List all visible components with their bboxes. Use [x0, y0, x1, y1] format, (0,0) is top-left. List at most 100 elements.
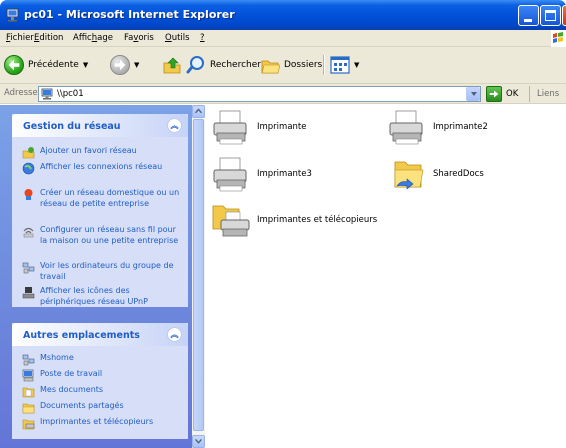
search-icon: [186, 56, 204, 74]
folders-icon: [261, 60, 280, 74]
place-label: Mshome: [40, 353, 74, 362]
task-network-connections[interactable]: Afficher les connexions réseau: [22, 162, 182, 184]
address-label: Adresse: [4, 88, 38, 98]
views-button[interactable]: ▼: [330, 53, 359, 77]
minimize-button[interactable]: [518, 5, 539, 26]
views-dropdown-icon: ▼: [354, 61, 360, 69]
up-button[interactable]: [162, 53, 182, 77]
shared-folder-icon: [394, 161, 424, 190]
other-places-title: Autres emplacements: [23, 330, 140, 341]
views-icon: [330, 56, 350, 74]
window-title: pc01 - Microsoft Internet Explorer: [24, 8, 235, 21]
menu-edition[interactable]: Edition: [34, 33, 63, 43]
printers-faxes-icon: [22, 419, 35, 430]
menu-fichier[interactable]: Fichier: [6, 33, 34, 43]
folder-up-icon: [163, 57, 181, 74]
menu-affichage[interactable]: Affichage: [73, 33, 113, 43]
content-area: Imprimante Imprimante2 Imprimante3 Share…: [205, 105, 566, 448]
printers-folder-icon: [212, 205, 250, 237]
close-button[interactable]: [562, 5, 566, 26]
back-arrow-icon: [4, 55, 24, 75]
address-input[interactable]: \\pc01: [38, 86, 481, 102]
forward-dropdown-icon[interactable]: ▼: [134, 61, 139, 69]
scroll-up-button[interactable]: [192, 105, 205, 118]
share-item[interactable]: Imprimante: [211, 109, 351, 149]
menu-favoris[interactable]: Favoris: [124, 33, 154, 43]
toolbar-separator: [323, 55, 324, 75]
back-label: Précédente: [28, 60, 79, 70]
network-tasks-panel: Gestion du réseau ︽ Ajouter un favori ré…: [12, 114, 188, 307]
printer-icon: [213, 110, 247, 145]
address-value: \\pc01: [57, 89, 84, 99]
share-label: Imprimante: [257, 122, 307, 132]
share-label: SharedDocs: [433, 169, 484, 179]
chevron-up-icon: [195, 108, 202, 114]
links-button[interactable]: Liens: [537, 89, 559, 99]
task-workgroup-computers[interactable]: Voir les ordinateurs du groupe de travai…: [22, 261, 182, 283]
go-label[interactable]: OK: [506, 89, 518, 99]
task-wireless-setup[interactable]: Configurer un réseau sans fil pour la ma…: [22, 225, 182, 257]
place-printers-faxes[interactable]: Imprimantes et télécopieurs: [22, 417, 182, 430]
task-label: Afficher les icônes des périphériques ré…: [40, 286, 148, 306]
task-add-network-place[interactable]: Ajouter un favori réseau: [22, 146, 182, 159]
share-label: Imprimantes et télécopieurs: [257, 215, 378, 225]
back-dropdown-icon[interactable]: ▼: [83, 61, 88, 69]
network-tasks-title: Gestion du réseau: [23, 121, 121, 132]
my-computer-icon: [22, 369, 34, 382]
forward-arrow-icon: [110, 55, 130, 75]
minimize-icon: [524, 19, 532, 22]
task-pane-scrollbar[interactable]: [192, 105, 205, 448]
menu-outils[interactable]: Outils: [165, 33, 190, 43]
task-label: Configurer un réseau sans fil pour la ma…: [40, 225, 179, 245]
scroll-thumb[interactable]: [193, 119, 204, 431]
task-home-network-setup[interactable]: Créer un réseau domestique ou un réseau …: [22, 188, 182, 220]
printer-icon: [389, 110, 423, 145]
share-item[interactable]: SharedDocs: [387, 156, 527, 196]
place-label: Documents partagés: [40, 401, 124, 410]
share-label: Imprimante2: [433, 122, 488, 132]
back-button[interactable]: Précédente ▼: [4, 53, 88, 77]
links-separator: [529, 86, 530, 102]
network-tasks-header[interactable]: Gestion du réseau ︽: [12, 114, 188, 137]
menu-help[interactable]: ?: [200, 33, 205, 43]
place-shared-documents[interactable]: Documents partagés: [22, 401, 182, 414]
task-pane: Gestion du réseau ︽ Ajouter un favori ré…: [0, 105, 205, 448]
go-button[interactable]: [486, 86, 502, 102]
windows-logo-icon: [551, 30, 566, 47]
place-label: Imprimantes et télécopieurs: [40, 417, 154, 426]
chevron-down-icon: [195, 438, 202, 444]
place-my-documents[interactable]: Mes documents: [22, 385, 182, 398]
workgroup-icon: [22, 262, 35, 274]
standard-toolbar: Précédente ▼ ▼ Rechercher Dossiers ▼: [0, 47, 566, 84]
place-label: Mes documents: [40, 385, 104, 394]
my-documents-icon: [22, 387, 35, 398]
search-label: Rechercher: [210, 60, 261, 70]
network-computer-icon: [41, 88, 53, 100]
share-item[interactable]: Imprimante2: [387, 109, 527, 149]
forward-button[interactable]: ▼: [110, 53, 139, 77]
maximize-icon: [545, 10, 556, 21]
task-label: Afficher les connexions réseau: [40, 162, 163, 171]
menu-bar: Fichier Edition Affichage Favoris Outils…: [0, 30, 566, 47]
maximize-button[interactable]: [540, 5, 561, 26]
folders-label: Dossiers: [284, 60, 323, 70]
printer-icon: [213, 157, 247, 192]
place-mshome[interactable]: Mshome: [22, 353, 182, 366]
share-item[interactable]: Imprimantes et télécopieurs: [211, 202, 381, 242]
task-label: Voir les ordinateurs du groupe de travai…: [40, 261, 174, 281]
scroll-down-button[interactable]: [192, 435, 205, 448]
share-item[interactable]: Imprimante3: [211, 156, 351, 196]
collapse-chevron-icon[interactable]: ︽: [167, 118, 182, 133]
search-button[interactable]: Rechercher: [186, 53, 261, 77]
network-connections-icon: [22, 162, 35, 175]
share-label: Imprimante3: [257, 169, 312, 179]
other-places-header[interactable]: Autres emplacements ︽: [12, 323, 188, 346]
task-upnp-icons[interactable]: Afficher les icônes des périphériques ré…: [22, 286, 182, 308]
address-dropdown-button[interactable]: [466, 87, 480, 101]
place-label: Poste de travail: [40, 369, 103, 378]
other-places-panel: Autres emplacements ︽ Mshome Poste de tr…: [12, 323, 188, 439]
shared-documents-icon: [22, 403, 35, 414]
place-my-computer[interactable]: Poste de travail: [22, 369, 182, 382]
collapse-chevron-icon[interactable]: ︽: [167, 327, 182, 342]
folders-button[interactable]: Dossiers: [260, 53, 322, 77]
